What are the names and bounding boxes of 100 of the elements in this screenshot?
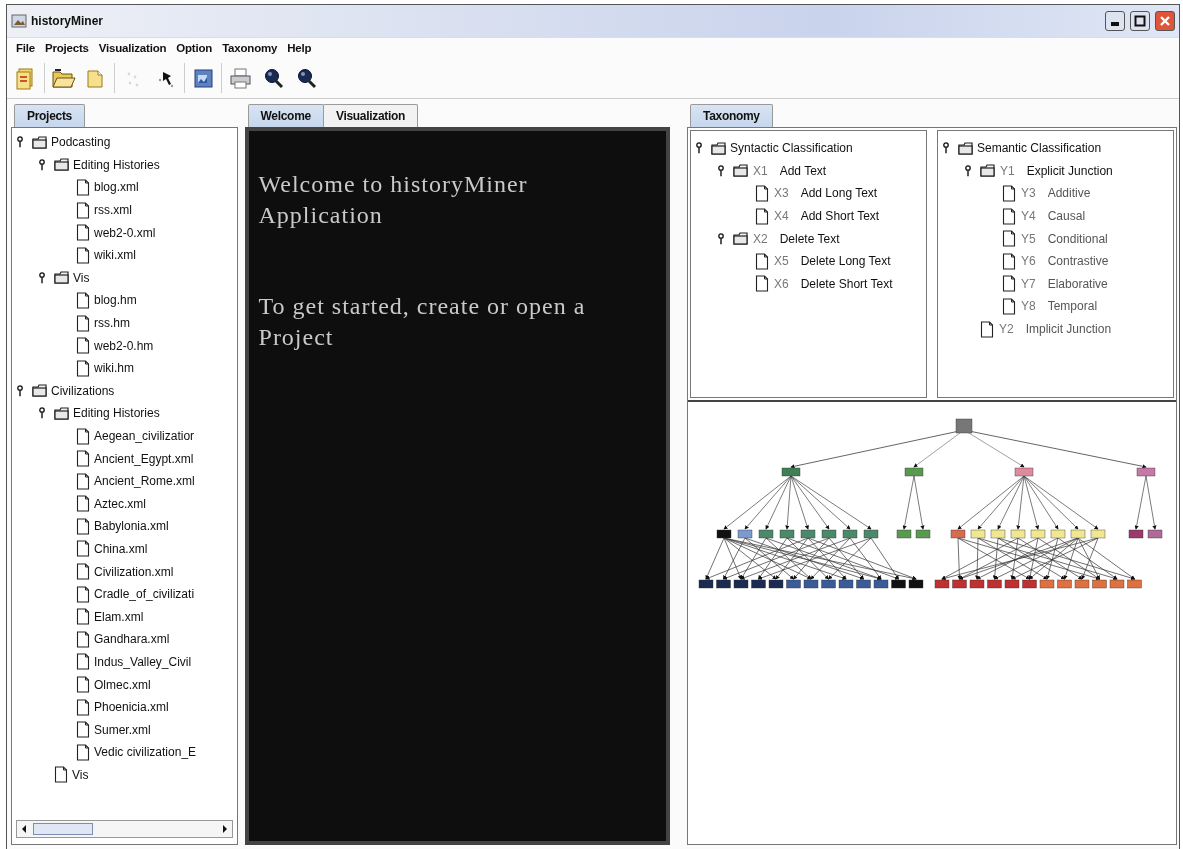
graph-node [803,579,819,589]
tree-item[interactable]: Delete Text [779,231,840,246]
tree-item[interactable]: Elaborative [1047,276,1108,291]
tree-item[interactable]: Editing Histories [73,406,160,421]
graph-node [1136,467,1156,477]
tree-item[interactable]: Contrastive [1047,254,1109,269]
graph-node [908,579,924,589]
welcome-heading: Welcome to historyMiner Application [258,170,529,230]
tree-item[interactable]: web2-0.xml [94,225,156,240]
tree-item[interactable]: Babylonia.xml [94,519,169,534]
tree-item[interactable]: Implicit Junction [1025,322,1112,337]
menu-item[interactable]: Option [171,40,218,56]
tree-item[interactable]: China.xml [94,542,148,556]
tree-item[interactable]: Podcasting [51,135,111,150]
file-icon [1002,207,1016,225]
tree-item[interactable]: Temporal [1047,299,1098,314]
tree-item[interactable]: Civilizations [51,383,115,398]
graph-node [1070,529,1086,539]
tree-item[interactable]: Ancient_Egypt.xml [94,451,194,466]
file-icon [1002,297,1016,315]
menu-item[interactable]: Visualization [93,40,172,56]
tab[interactable]: Visualization [322,104,419,127]
maximize-icon [1134,15,1146,27]
graph-node [781,467,801,477]
tree-item[interactable]: Elam.xml [94,609,144,624]
tree-item[interactable]: Sumer.xml [94,722,151,737]
tree-item[interactable]: Explicit Junction [1026,163,1113,178]
tree-item[interactable]: Olmec.xml [94,677,151,692]
scrollbar-thumb[interactable] [33,823,93,835]
graph-node [737,529,753,539]
folder-icon [54,158,69,172]
file-icon [76,563,90,581]
tree-item[interactable]: Aztec.xml [94,496,146,511]
file-icon [54,766,68,784]
printer-icon [227,65,253,91]
tree-item[interactable]: Vedic civilization_E [94,745,197,760]
tree-item[interactable]: Add Long Text [800,186,878,201]
tree-item[interactable]: Phoenicia.xml [94,700,169,715]
close-button[interactable] [1155,11,1175,31]
tree-item[interactable]: Indus_Valley_Civil [94,654,192,669]
item-code: Y6 [1021,254,1036,269]
tree-item[interactable]: Vis [73,270,90,285]
minimize-button[interactable] [1105,11,1125,31]
file-icon [76,585,90,603]
graph-node [896,529,912,539]
item-code: X1 [753,163,768,178]
tree-item[interactable]: blog.xml [94,180,139,195]
maximize-button[interactable] [1130,11,1150,31]
tree-item[interactable]: Civilization.xml [94,564,174,579]
graph-node [1090,529,1106,539]
tree-item[interactable]: Additive [1047,186,1091,201]
menu-item[interactable]: Taxonomy [217,40,283,56]
tree-item[interactable]: Semantic Classification [977,141,1102,156]
graph-node [856,579,871,589]
file-icon [76,495,90,513]
menu-item[interactable]: File [11,40,40,56]
tree-item[interactable]: Delete Long Text [800,254,891,269]
tree-item[interactable]: Add Short Text [800,209,880,224]
tree-item[interactable]: wiki.hm [94,361,134,376]
graph-node [1030,529,1046,539]
tab[interactable]: Projects [14,104,85,127]
item-code: X2 [753,231,768,246]
tree-item[interactable]: rss.xml [94,203,132,218]
graph-node [1109,579,1125,589]
item-code: X5 [774,254,789,269]
file-icon [76,698,90,716]
folder-icon [980,164,995,178]
graph-node [779,529,795,539]
file-icon [76,653,90,671]
scroll-right-icon[interactable] [220,824,229,834]
tree-item[interactable]: Ancient_Rome.xml [94,474,195,489]
tree-item[interactable]: blog.hm [94,293,137,308]
tree-item[interactable]: rss.hm [94,316,130,331]
tree-item[interactable]: Aegean_civilizatior [94,429,195,443]
tree-item[interactable]: Conditional [1047,231,1108,246]
file-icon [76,676,90,694]
file-icon [1002,275,1016,293]
graph-node [698,579,714,589]
tree-item[interactable]: Syntactic Classification [730,141,853,156]
file-icon [76,630,90,648]
horizontal-scrollbar[interactable] [16,820,233,838]
tree-item[interactable]: web2-0.hm [94,338,154,353]
tab[interactable]: Taxonomy [690,104,773,127]
tree-item[interactable]: Vis [72,767,89,782]
scroll-left-icon[interactable] [20,824,28,834]
tree-item[interactable]: Add Text [779,163,827,178]
tree-item[interactable]: Editing Histories [73,157,160,172]
menu-item[interactable]: Projects [40,40,94,56]
file-icon [76,540,90,558]
folder-icon [733,232,748,246]
tab[interactable]: Welcome [247,104,324,127]
graph-node [1039,579,1055,589]
graph-node [1057,579,1072,589]
tree-item[interactable]: Gandhara.xml [94,632,170,647]
tree-item[interactable]: Cradle_of_civilizati [94,587,195,602]
tree-item[interactable]: Delete Short Text [800,276,893,291]
tree-item[interactable]: Causal [1047,209,1086,224]
tree-item[interactable]: wiki.xml [94,248,136,263]
file-icon [76,472,90,490]
menu-item[interactable]: Help [282,40,317,56]
